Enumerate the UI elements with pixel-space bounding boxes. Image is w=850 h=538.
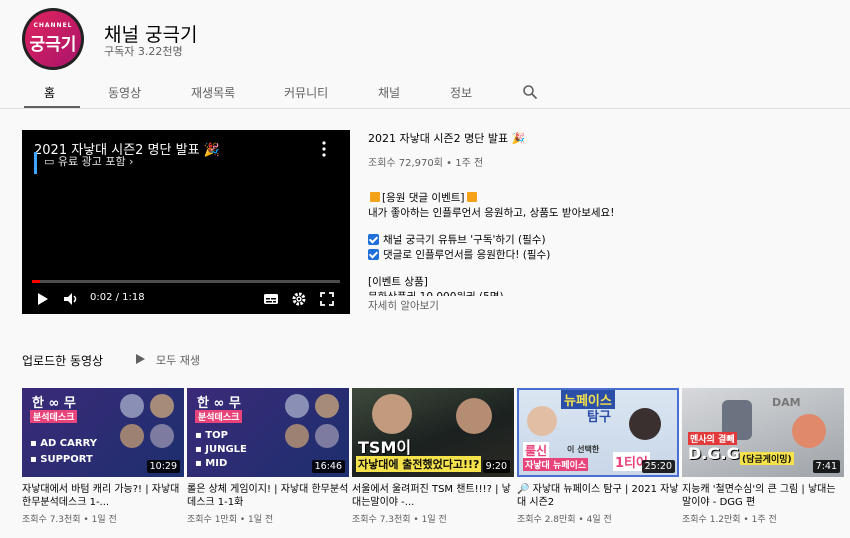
progress-fill [32,280,40,283]
player-avatar [120,424,144,448]
channel-header: CHANNEL 궁극기 채널 궁극기 구독자 3.22천명 홈 동영상 재생목록… [0,0,850,118]
featured-video-section: 2021 자낳대 시즌2 명단 발표 🎉 ▭ 유료 광고 포함 › 0:02 /… [0,118,850,328]
tab-channels[interactable]: 채널 [378,84,400,101]
video-card[interactable]: TSM이 자낳대에 출전했었다고!!? 9:20 서울에서 울려퍼진 TSM 챈… [352,388,514,525]
video-thumbnail[interactable]: DAM 멘사의 결뻬 D.G.G (담금게이밍) 7:41 [682,388,844,477]
video-meta: 조회수 1만회 • 1일 전 [187,515,274,525]
video-thumbnail[interactable]: TSM이 자낳대에 출전했었다고!!? 9:20 [352,388,514,477]
video-player[interactable]: 2021 자낳대 시즌2 명단 발표 🎉 ▭ 유료 광고 포함 › 0:02 /… [22,130,350,314]
play-all-icon[interactable] [136,354,145,364]
video-duration: 9:20 [482,460,510,473]
video-duration: 7:41 [812,460,840,473]
player-avatar [150,394,174,418]
checklist-item-2: 댓글로 인플루언서를 응원한다! (필수) [368,247,550,262]
checklist-item-1: 채널 궁극기 유튜브 '구독'하기 (필수) [368,232,546,247]
person-photo [527,406,557,436]
ad-indicator [34,152,37,174]
tab-community[interactable]: 커뮤니티 [284,84,328,101]
fullscreen-icon[interactable] [319,290,335,308]
video-title[interactable]: 자낳대에서 바텀 캐리 가능?! | 자낳대 한무분석데스크 1-... [22,483,184,509]
time-display: 0:02 / 1:18 [90,292,145,303]
person-photo [456,398,492,434]
video-title[interactable]: 롤은 상체 게임이지! | 자낳대 한무분석데스크 1-1화 [187,483,349,509]
player-avatar [120,394,144,418]
video-meta: 조회수 2.8만회 • 4일 전 [517,515,612,525]
volume-icon[interactable] [62,290,80,308]
tab-about[interactable]: 정보 [450,84,472,101]
checkbox-checked-icon [368,234,379,245]
player-avatar [150,424,174,448]
video-duration: 16:46 [311,460,345,473]
subscriber-count: 구독자 3.22천명 [104,45,183,58]
event-line: [응원 댓글 이벤트] [368,190,479,205]
active-tab-indicator [24,106,80,108]
video-meta: 조회수 1.2만회 • 1주 전 [682,515,777,525]
person-photo [792,414,826,448]
video-duration: 25:20 [641,460,675,473]
settings-gear-icon[interactable] [291,290,307,308]
video-title[interactable]: 지능캐 '철면수심'의 큰 그림 | 낳대는말이야 - DGG 편 [682,483,844,509]
video-card[interactable]: DAM 멘사의 결뻬 D.G.G (담금게이밍) 7:41 지능캐 '철면수심'… [682,388,844,525]
prize-line: 문화상품권 10,000원권 (5명) [368,289,504,296]
checkbox-checked-icon [368,249,379,260]
gift-icon [370,192,380,202]
player-avatar [315,424,339,448]
video-title[interactable]: 서울에서 울려퍼진 TSM 챈트!!!? | 낳대는말이야 -... [352,483,514,509]
avatar-logo: CHANNEL 궁극기 [25,11,81,67]
play-icon[interactable] [36,290,50,308]
featured-video-meta: 조회수 72,970회 • 1주 전 [368,158,484,169]
play-all-button[interactable]: 모두 재생 [156,352,200,368]
video-meta: 조회수 7.3천회 • 1일 전 [352,515,447,525]
player-avatar [315,394,339,418]
search-icon[interactable] [522,84,538,100]
video-title[interactable]: 🔎 자낳대 뉴페이스 탐구 | 2021 자낳대 시즌2 [517,483,679,509]
prize-header: [이벤트 상품] [368,276,428,288]
video-thumbnail[interactable]: 한 ∞ 무 분석데스크 ▪ AD CARRY ▪ SUPPORT 10:29 [22,388,184,477]
featured-video-title[interactable]: 2021 자낳대 시즌2 명단 발표 🎉 [368,130,525,146]
tab-home[interactable]: 홈 [44,84,55,101]
tab-playlists[interactable]: 재생목록 [191,84,235,101]
person-photo [372,394,412,434]
video-card[interactable]: 뉴페이스 탐구 룰신 이 선택한 자낳대 뉴페이스 1티어 25:20 🔎 자낳… [517,388,679,525]
video-duration: 10:29 [146,460,180,473]
progress-bar[interactable] [32,280,340,283]
person-photo [629,408,661,440]
subtitles-icon[interactable] [263,290,279,308]
video-meta: 조회수 7.3천회 • 1일 전 [22,515,117,525]
ad-icon: ▭ [44,155,58,168]
more-vert-icon[interactable] [318,140,330,158]
channel-avatar[interactable]: CHANNEL 궁극기 [22,8,84,70]
description-line: 내가 좋아하는 인플루언서 응원하고, 상품도 받아보세요! [368,207,615,219]
video-thumbnail[interactable]: 한 ∞ 무 분석데스크 ▪ TOP ▪ JUNGLE ▪ MID 16:46 [187,388,349,477]
uploads-header[interactable]: 업로드한 동영상 [22,352,103,369]
read-more-link[interactable]: 자세히 알아보기 [368,298,439,313]
gift-icon [466,192,477,202]
player-avatar [285,394,309,418]
tab-videos[interactable]: 동영상 [108,84,141,101]
chevron-right-icon: › [129,155,134,168]
video-thumbnail[interactable]: 뉴페이스 탐구 룰신 이 선택한 자낳대 뉴페이스 1티어 25:20 [517,388,679,477]
player-avatar [285,424,309,448]
channel-tabs: 홈 동영상 재생목록 커뮤니티 채널 정보 [0,78,850,109]
video-card[interactable]: 한 ∞ 무 분석데스크 ▪ TOP ▪ JUNGLE ▪ MID 16:46 롤… [187,388,349,525]
video-card[interactable]: 한 ∞ 무 분석데스크 ▪ AD CARRY ▪ SUPPORT 10:29 자… [22,388,184,525]
paid-promotion-label[interactable]: ▭ 유료 광고 포함 › [44,153,134,169]
